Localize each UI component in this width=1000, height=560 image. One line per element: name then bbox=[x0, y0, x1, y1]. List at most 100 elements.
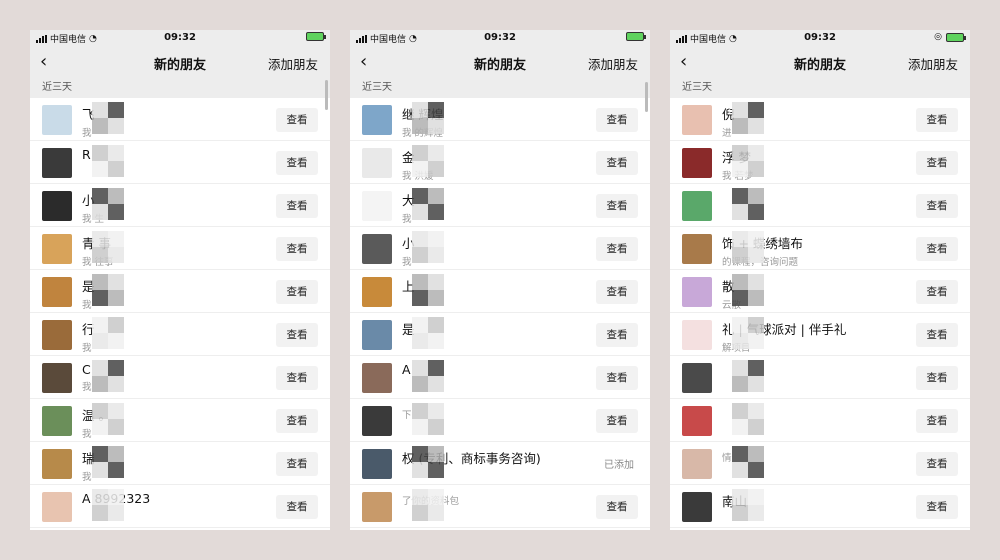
avatar bbox=[42, 320, 72, 350]
list-item[interactable]: 权 (专利、商标事务咨询) 已添加 bbox=[350, 442, 650, 485]
back-chevron-icon[interactable]: ‹ bbox=[680, 51, 687, 72]
avatar bbox=[682, 148, 712, 178]
view-button[interactable]: 查看 bbox=[596, 108, 638, 132]
view-button[interactable]: 查看 bbox=[276, 452, 318, 476]
add-friend-button[interactable]: 添加朋友 bbox=[908, 54, 958, 73]
view-button[interactable]: 查看 bbox=[276, 323, 318, 347]
view-button[interactable]: 查看 bbox=[916, 323, 958, 347]
nav-bar: ‹ 新的朋友 添加朋友 bbox=[350, 46, 650, 78]
view-button[interactable]: 查看 bbox=[596, 323, 638, 347]
view-button[interactable]: 查看 bbox=[596, 194, 638, 218]
list-item[interactable]: 倪进查看 bbox=[670, 98, 970, 141]
list-item[interactable]: 大我查看 bbox=[350, 184, 650, 227]
view-button[interactable]: 查看 bbox=[916, 409, 958, 433]
avatar bbox=[42, 105, 72, 135]
view-button[interactable]: 查看 bbox=[276, 366, 318, 390]
scrollbar-thumb[interactable] bbox=[645, 82, 648, 112]
list-item[interactable]: 金我 洪媛查看 bbox=[350, 141, 650, 184]
list-item[interactable]: 温 。我查看 bbox=[30, 399, 330, 442]
avatar bbox=[682, 320, 712, 350]
battery-icon bbox=[306, 32, 326, 41]
list-item[interactable]: 下查看 bbox=[350, 399, 650, 442]
list-item[interactable]: A 8992323查看 bbox=[30, 485, 330, 528]
list-item[interactable]: 是我查看 bbox=[30, 270, 330, 313]
view-button[interactable]: 查看 bbox=[916, 151, 958, 175]
view-button[interactable]: 查看 bbox=[596, 151, 638, 175]
avatar bbox=[682, 492, 712, 522]
scrollbar-thumb[interactable] bbox=[325, 80, 328, 110]
avatar bbox=[42, 492, 72, 522]
add-friend-button[interactable]: 添加朋友 bbox=[588, 54, 638, 73]
list-item[interactable]: 小我 生查看 bbox=[30, 184, 330, 227]
view-button[interactable]: 查看 bbox=[916, 495, 958, 519]
list-item[interactable]: 了你的资料包查看 bbox=[350, 485, 650, 528]
view-button[interactable]: 查看 bbox=[596, 409, 638, 433]
list-item[interactable]: 青 事我 往事查看 bbox=[30, 227, 330, 270]
list-item[interactable]: 飞我查看 bbox=[30, 98, 330, 141]
avatar bbox=[362, 320, 392, 350]
list-item[interactable]: 浮 梦我 若梦查看 bbox=[670, 141, 970, 184]
view-button[interactable]: 查看 bbox=[276, 495, 318, 519]
phone-screen-3: 中国电信 ◔ 09:32 ◎ ‹ 新的朋友 添加朋友 近三天 倪进查看浮 梦我 … bbox=[670, 30, 970, 530]
status-time: 09:32 bbox=[804, 32, 836, 43]
list-item[interactable]: 行我查看 bbox=[30, 313, 330, 356]
status-bar: 中国电信 ◔ 09:32 ◎ bbox=[670, 30, 970, 46]
avatar bbox=[42, 148, 72, 178]
avatar bbox=[362, 492, 392, 522]
avatar bbox=[682, 406, 712, 436]
list-item[interactable]: 是查看 bbox=[350, 313, 650, 356]
list-item[interactable]: R 查看 bbox=[30, 141, 330, 184]
list-item[interactable]: A 查看 bbox=[350, 356, 650, 399]
list-item[interactable]: 瑞我查看 bbox=[30, 442, 330, 485]
list-item[interactable]: C 我查看 bbox=[30, 356, 330, 399]
view-button[interactable]: 查看 bbox=[276, 409, 318, 433]
view-button[interactable]: 查看 bbox=[916, 237, 958, 261]
list-item[interactable]: 查看 bbox=[670, 356, 970, 399]
list-item[interactable]: 南山查看 bbox=[670, 485, 970, 528]
avatar bbox=[362, 105, 392, 135]
view-button[interactable]: 查看 bbox=[916, 108, 958, 132]
avatar bbox=[362, 406, 392, 436]
avatar bbox=[362, 277, 392, 307]
back-chevron-icon[interactable]: ‹ bbox=[40, 51, 47, 72]
list-item[interactable]: 继 辉煌我 的辉煌查看 bbox=[350, 98, 650, 141]
list-item[interactable]: 礼 | 气球派对 | 伴手礼 解项目查看 bbox=[670, 313, 970, 356]
view-button[interactable]: 查看 bbox=[596, 495, 638, 519]
view-button[interactable]: 查看 bbox=[276, 108, 318, 132]
avatar bbox=[42, 234, 72, 264]
status-time: 09:32 bbox=[484, 32, 516, 43]
avatar bbox=[42, 406, 72, 436]
view-button[interactable]: 查看 bbox=[916, 194, 958, 218]
list-item[interactable]: 查看 bbox=[670, 399, 970, 442]
list-item[interactable]: 散 云散查看 bbox=[670, 270, 970, 313]
view-button[interactable]: 查看 bbox=[596, 237, 638, 261]
list-item[interactable]: 上查看 bbox=[350, 270, 650, 313]
list-item[interactable]: 小我查看 bbox=[350, 227, 650, 270]
friend-request-list: 继 辉煌我 的辉煌查看金我 洪媛查看大我查看小我查看上查看是查看A查看下查看 权… bbox=[350, 98, 650, 528]
list-item[interactable]: 饰 + 蝶绣墙布 的课程，咨询问题查看 bbox=[670, 227, 970, 270]
view-button[interactable]: 查看 bbox=[916, 280, 958, 304]
list-item[interactable]: 查看 bbox=[670, 184, 970, 227]
avatar bbox=[362, 191, 392, 221]
battery-icon bbox=[626, 32, 646, 41]
view-button[interactable]: 查看 bbox=[596, 280, 638, 304]
section-label: 近三天 bbox=[30, 78, 330, 98]
list-item[interactable]: 情查看 bbox=[670, 442, 970, 485]
avatar bbox=[682, 277, 712, 307]
view-button[interactable]: 查看 bbox=[916, 366, 958, 390]
status-bar: 中国电信 ◔ 09:32 bbox=[350, 30, 650, 46]
status-time: 09:32 bbox=[164, 32, 196, 43]
avatar bbox=[42, 191, 72, 221]
view-button[interactable]: 查看 bbox=[916, 452, 958, 476]
battery-icon bbox=[946, 32, 966, 42]
view-button[interactable]: 查看 bbox=[596, 366, 638, 390]
view-button[interactable]: 查看 bbox=[276, 280, 318, 304]
back-chevron-icon[interactable]: ‹ bbox=[360, 51, 367, 72]
add-friend-button[interactable]: 添加朋友 bbox=[268, 54, 318, 73]
view-button[interactable]: 查看 bbox=[276, 237, 318, 261]
avatar bbox=[362, 148, 392, 178]
view-button[interactable]: 查看 bbox=[276, 194, 318, 218]
avatar bbox=[42, 449, 72, 479]
view-button[interactable]: 查看 bbox=[276, 151, 318, 175]
avatar bbox=[682, 363, 712, 393]
